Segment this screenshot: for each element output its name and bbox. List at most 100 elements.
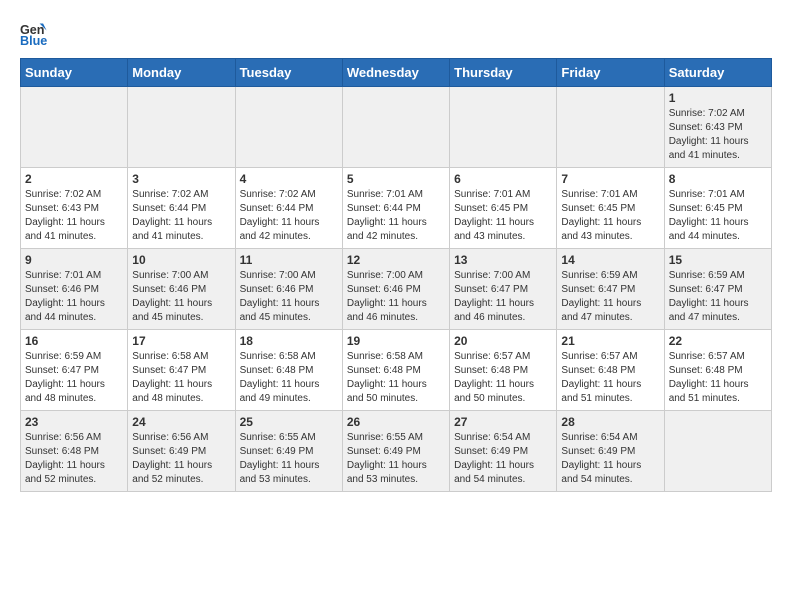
day-number: 26 [347,415,445,429]
calendar-cell-1-6: 8 Sunrise: 7:01 AMSunset: 6:45 PMDaylight… [664,168,771,249]
day-info: Sunrise: 7:01 AMSunset: 6:45 PMDaylight:… [454,188,552,244]
day-number: 7 [561,172,659,186]
calendar-week-2: 9Sunrise: 7:01 AMSunset: 6:46 PMDaylight… [21,249,772,330]
svg-text:Blue: Blue [20,34,47,48]
page-header: Gen Blue [20,20,772,48]
calendar-cell-0-1 [128,87,235,168]
calendar-cell-2-3: 12 Sunrise: 7:00 AMSunset: 6:46 PMDayligh… [342,249,449,330]
logo: Gen Blue [20,20,52,48]
calendar-cell-2-5: 14 Sunrise: 6:59 AMSunset: 6:47 PMDayligh… [557,249,664,330]
weekday-friday: Friday [557,59,664,87]
day-info: Sunrise: 7:02 AMSunset: 6:43 PMDaylight:… [25,188,123,244]
day-info: Sunrise: 6:57 AMSunset: 6:48 PMDaylight:… [561,350,659,406]
calendar-cell-3-0: 16 Sunrise: 6:59 AMSunset: 6:47 PMDayligh… [21,330,128,411]
weekday-header-row: SundayMondayTuesdayWednesdayThursdayFrid… [21,59,772,87]
calendar-cell-3-2: 18 Sunrise: 6:58 AMSunset: 6:48 PMDayligh… [235,330,342,411]
calendar-cell-3-1: 17 Sunrise: 6:58 AMSunset: 6:47 PMDayligh… [128,330,235,411]
calendar-cell-2-4: 13 Sunrise: 7:00 AMSunset: 6:47 PMDayligh… [450,249,557,330]
weekday-sunday: Sunday [21,59,128,87]
calendar-cell-1-4: 6Sunrise: 7:01 AMSunset: 6:45 PMDaylight… [450,168,557,249]
day-info: Sunrise: 6:57 AMSunset: 6:48 PMDaylight:… [454,350,552,406]
day-number: 14 [561,253,659,267]
day-number: 16 [25,334,123,348]
calendar-cell-4-0: 23 Sunrise: 6:56 AMSunset: 6:48 PMDayligh… [21,411,128,492]
calendar-cell-1-3: 5Sunrise: 7:01 AMSunset: 6:44 PMDaylight… [342,168,449,249]
calendar-week-4: 23 Sunrise: 6:56 AMSunset: 6:48 PMDayligh… [21,411,772,492]
day-info: Sunrise: 7:01 AMSunset: 6:45 PMDaylight:… [669,188,767,244]
calendar-cell-0-4 [450,87,557,168]
day-number: 19 [347,334,445,348]
calendar-cell-3-3: 19 Sunrise: 6:58 AMSunset: 6:48 PMDayligh… [342,330,449,411]
day-number: 28 [561,415,659,429]
day-info: Sunrise: 6:55 AMSunset: 6:49 PMDaylight:… [240,431,338,487]
calendar-cell-0-3 [342,87,449,168]
calendar-cell-0-6: 1 Sunrise: 7:02 AMSunset: 6:43 PMDaylight… [664,87,771,168]
day-info: Sunrise: 6:59 AMSunset: 6:47 PMDaylight:… [669,269,767,325]
day-info: Sunrise: 6:56 AMSunset: 6:49 PMDaylight:… [132,431,230,487]
day-info: Sunrise: 6:58 AMSunset: 6:48 PMDaylight:… [240,350,338,406]
day-number: 15 [669,253,767,267]
day-info: Sunrise: 6:55 AMSunset: 6:49 PMDaylight:… [347,431,445,487]
calendar-cell-2-2: 11 Sunrise: 7:00 AMSunset: 6:46 PMDayligh… [235,249,342,330]
day-number: 24 [132,415,230,429]
day-number: 17 [132,334,230,348]
day-info: Sunrise: 7:01 AMSunset: 6:45 PMDaylight:… [561,188,659,244]
day-info: Sunrise: 6:58 AMSunset: 6:47 PMDaylight:… [132,350,230,406]
day-number: 11 [240,253,338,267]
day-info: Sunrise: 6:58 AMSunset: 6:48 PMDaylight:… [347,350,445,406]
day-number: 3 [132,172,230,186]
calendar-week-0: 1 Sunrise: 7:02 AMSunset: 6:43 PMDaylight… [21,87,772,168]
weekday-saturday: Saturday [664,59,771,87]
calendar-cell-3-4: 20 Sunrise: 6:57 AMSunset: 6:48 PMDayligh… [450,330,557,411]
day-info: Sunrise: 7:00 AMSunset: 6:47 PMDaylight:… [454,269,552,325]
weekday-thursday: Thursday [450,59,557,87]
calendar-cell-1-0: 2 Sunrise: 7:02 AMSunset: 6:43 PMDaylight… [21,168,128,249]
day-info: Sunrise: 6:54 AMSunset: 6:49 PMDaylight:… [561,431,659,487]
day-number: 22 [669,334,767,348]
calendar-cell-2-1: 10Sunrise: 7:00 AMSunset: 6:46 PMDayligh… [128,249,235,330]
day-number: 27 [454,415,552,429]
day-info: Sunrise: 6:59 AMSunset: 6:47 PMDaylight:… [561,269,659,325]
calendar-cell-3-6: 22Sunrise: 6:57 AMSunset: 6:48 PMDayligh… [664,330,771,411]
calendar-table: SundayMondayTuesdayWednesdayThursdayFrid… [20,58,772,492]
day-info: Sunrise: 6:54 AMSunset: 6:49 PMDaylight:… [454,431,552,487]
calendar-cell-2-0: 9Sunrise: 7:01 AMSunset: 6:46 PMDaylight… [21,249,128,330]
day-number: 1 [669,91,767,105]
calendar-cell-3-5: 21 Sunrise: 6:57 AMSunset: 6:48 PMDayligh… [557,330,664,411]
weekday-tuesday: Tuesday [235,59,342,87]
calendar-cell-1-5: 7 Sunrise: 7:01 AMSunset: 6:45 PMDaylight… [557,168,664,249]
day-number: 2 [25,172,123,186]
calendar-body: 1 Sunrise: 7:02 AMSunset: 6:43 PMDaylight… [21,87,772,492]
day-number: 10 [132,253,230,267]
logo-icon: Gen Blue [20,20,48,48]
calendar-cell-4-2: 25 Sunrise: 6:55 AMSunset: 6:49 PMDayligh… [235,411,342,492]
calendar-cell-4-5: 28 Sunrise: 6:54 AMSunset: 6:49 PMDayligh… [557,411,664,492]
day-number: 25 [240,415,338,429]
weekday-wednesday: Wednesday [342,59,449,87]
day-number: 20 [454,334,552,348]
calendar-cell-4-1: 24 Sunrise: 6:56 AMSunset: 6:49 PMDayligh… [128,411,235,492]
day-info: Sunrise: 6:56 AMSunset: 6:48 PMDaylight:… [25,431,123,487]
day-info: Sunrise: 7:02 AMSunset: 6:44 PMDaylight:… [132,188,230,244]
day-number: 9 [25,253,123,267]
day-number: 12 [347,253,445,267]
calendar-cell-0-0 [21,87,128,168]
day-number: 21 [561,334,659,348]
day-info: Sunrise: 7:01 AMSunset: 6:44 PMDaylight:… [347,188,445,244]
calendar-week-1: 2 Sunrise: 7:02 AMSunset: 6:43 PMDaylight… [21,168,772,249]
day-info: Sunrise: 7:00 AMSunset: 6:46 PMDaylight:… [347,269,445,325]
calendar-cell-4-4: 27 Sunrise: 6:54 AMSunset: 6:49 PMDayligh… [450,411,557,492]
day-number: 13 [454,253,552,267]
day-number: 23 [25,415,123,429]
calendar-cell-1-2: 4Sunrise: 7:02 AMSunset: 6:44 PMDaylight… [235,168,342,249]
day-info: Sunrise: 6:59 AMSunset: 6:47 PMDaylight:… [25,350,123,406]
day-number: 18 [240,334,338,348]
calendar-cell-0-2 [235,87,342,168]
day-number: 8 [669,172,767,186]
day-number: 4 [240,172,338,186]
day-info: Sunrise: 7:02 AMSunset: 6:43 PMDaylight:… [669,107,767,163]
calendar-cell-1-1: 3 Sunrise: 7:02 AMSunset: 6:44 PMDaylight… [128,168,235,249]
calendar-cell-4-6 [664,411,771,492]
day-info: Sunrise: 7:00 AMSunset: 6:46 PMDaylight:… [240,269,338,325]
calendar-cell-2-6: 15 Sunrise: 6:59 AMSunset: 6:47 PMDayligh… [664,249,771,330]
